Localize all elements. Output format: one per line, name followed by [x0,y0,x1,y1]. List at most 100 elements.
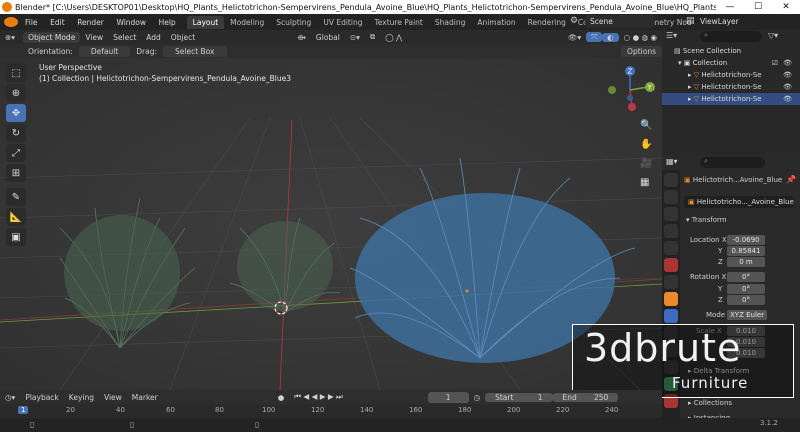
scene-selector[interactable]: Scene [585,15,655,28]
tab-uv-editing[interactable]: UV Editing [317,16,368,29]
location-y-field[interactable]: 0.85841 [727,246,765,256]
clock-icon[interactable]: ◷ [469,393,486,402]
menu-window[interactable]: Window [111,18,151,27]
transform-orientation-icon[interactable]: ⟴ [292,33,311,42]
menu-marker[interactable]: Marker [127,393,163,402]
minimize-button[interactable]: — [716,2,744,12]
tab-texture-paint[interactable]: Texture Paint [368,16,428,29]
object-name-field[interactable]: ▣ Helictotricho..._Avoine_Blue3 [684,196,794,208]
menu-add[interactable]: Add [141,33,166,42]
frame-tick-current[interactable]: 1 [18,406,29,414]
properties-editor-icon[interactable]: ▦▾ [666,157,678,166]
object-name-row[interactable]: ▣ Helictotrich...Avoine_Blue [684,176,782,184]
options-button[interactable]: Options [621,45,662,57]
tab-layout[interactable]: Layout [186,15,225,29]
outliner-search-input[interactable]: ⌕ [700,31,762,42]
grid-view-icon[interactable]: ▦ [640,173,652,192]
pivot-icon[interactable]: ⊙▾ [345,33,365,42]
menu-file[interactable]: File [20,18,43,27]
pan-hand-icon[interactable]: ✋ [640,135,652,154]
current-frame-field[interactable]: 1 [427,391,469,403]
start-frame-field[interactable]: Start 1 [485,392,553,402]
record-icon[interactable]: ● [273,393,290,402]
camera-icon[interactable]: 🎥 [640,154,652,173]
overlay-toggle-icon[interactable]: ◐ [602,32,619,42]
gizmo-toggle-icon[interactable]: ⤧ [586,32,603,42]
tab-rendering[interactable]: Rendering [522,16,572,29]
modifier-tab-icon[interactable] [664,309,678,323]
move-tool-icon[interactable]: ✥ [6,104,26,122]
filter-icon[interactable]: ▽▾ [768,31,778,40]
timeline-editor-icon[interactable]: ◷▾ [0,393,20,402]
view-layer-icon[interactable]: ▤ [686,16,695,26]
timeline-ruler[interactable]: 1 20 40 60 80 100 120 140 160 180 200 22… [0,406,662,418]
mode-selector[interactable]: Object Mode [23,31,81,43]
view-layer-tab-icon[interactable] [664,224,678,238]
snap-icon[interactable]: ⧉ [365,32,380,42]
navigation-gizmo[interactable]: Z Y [604,62,660,118]
menu-view[interactable]: View [80,33,108,42]
menu-select[interactable]: Select [108,33,141,42]
end-frame-field[interactable]: End 250 [552,392,619,402]
location-z-field[interactable]: 0 m [727,257,765,267]
rotation-x-field[interactable]: 0° [727,272,765,282]
menu-playback[interactable]: Playback [20,393,63,402]
transform-panel-header[interactable]: ▾ Transform [686,216,727,224]
rotation-mode-selector[interactable]: XYZ Euler [727,310,767,320]
3d-viewport[interactable] [0,58,662,390]
menu-object[interactable]: Object [166,33,200,42]
outliner-collection[interactable]: ▾ ▣ Collection ☑ 👁 [662,57,800,69]
drag-selector[interactable]: Select Box [163,45,227,57]
playback-controls[interactable]: ⏮ ◀ ◀ ▶ ▶ ⏭ [289,392,348,402]
tool-tab-icon[interactable] [664,173,678,187]
outliner-editor-icon[interactable]: ☰▾ [666,31,677,40]
rotate-tool-icon[interactable]: ↻ [6,124,26,142]
tab-shading[interactable]: Shading [429,16,471,29]
zoom-icon[interactable]: 🔍 [640,116,652,135]
view-layer-selector[interactable]: ViewLayer [700,15,765,28]
menu-keying[interactable]: Keying [64,393,99,402]
rotation-z-field[interactable]: 0° [727,295,765,305]
select-box-tool-icon[interactable]: ⬚ [6,64,26,82]
menu-help[interactable]: Help [154,18,181,27]
location-x-label: Location X [690,236,727,244]
maximize-button[interactable]: ☐ [744,2,772,12]
properties-search-input[interactable]: ⌕ [700,157,765,168]
tab-modeling[interactable]: Modeling [224,16,270,29]
outliner-item-2[interactable]: ▸ ▽ Helictotrichon-Se 👁 [662,81,800,93]
outliner-scene-collection[interactable]: ▤ Scene Collection [662,45,800,57]
location-x-field[interactable]: -0.0690 [727,235,765,245]
tab-sculpting[interactable]: Sculpting [270,16,317,29]
outliner-item-1[interactable]: ▸ ▽ Helictotrichon-Se 👁 [662,69,800,81]
menu-render[interactable]: Render [72,18,109,27]
output-tab-icon[interactable] [664,207,678,221]
pin-icon[interactable]: 📌 [786,175,796,184]
close-button[interactable]: ✕ [772,2,800,12]
collection-tab-icon[interactable] [664,275,678,289]
scale-tool-icon[interactable]: ⤢ [6,144,26,162]
outliner-item-3[interactable]: ▸ ▽ Helictotrichon-Se 👁 [662,93,800,105]
orientation-selector[interactable]: Default [78,45,131,57]
world-tab-icon[interactable] [664,258,678,272]
object-tab-icon[interactable] [664,292,678,306]
visibility-icon[interactable]: 👁▾ [563,33,586,42]
add-cube-tool-icon[interactable]: ▣ [6,228,26,246]
menu-edit[interactable]: Edit [45,18,70,27]
scene-icon[interactable]: ⚙ [570,16,578,26]
annotate-tool-icon[interactable]: ✎ [6,188,26,206]
render-tab-icon[interactable] [664,190,678,204]
blender-menu-icon[interactable] [4,17,18,27]
rotation-y-field[interactable]: 0° [727,284,765,294]
transform-orientation-selector[interactable]: Global [311,33,345,42]
scene-tab-icon[interactable] [664,241,678,255]
viewport-nav-buttons: 🔍 ✋ 🎥 ▦ [640,116,652,192]
collections-header[interactable]: ▸ Collections [688,399,732,407]
shading-modes-icon[interactable]: ○ ● ◍ ◉ [619,33,662,42]
transform-tool-icon[interactable]: ⊞ [6,164,26,182]
measure-tool-icon[interactable]: 📐 [6,208,26,226]
cursor-tool-icon[interactable]: ⊕ [6,84,26,102]
menu-timeline-view[interactable]: View [99,393,127,402]
tab-animation[interactable]: Animation [471,16,521,29]
proportional-icon[interactable]: ◯ ⋀ [380,33,407,42]
editor-type-icon[interactable]: ⊕▾ [0,33,20,42]
